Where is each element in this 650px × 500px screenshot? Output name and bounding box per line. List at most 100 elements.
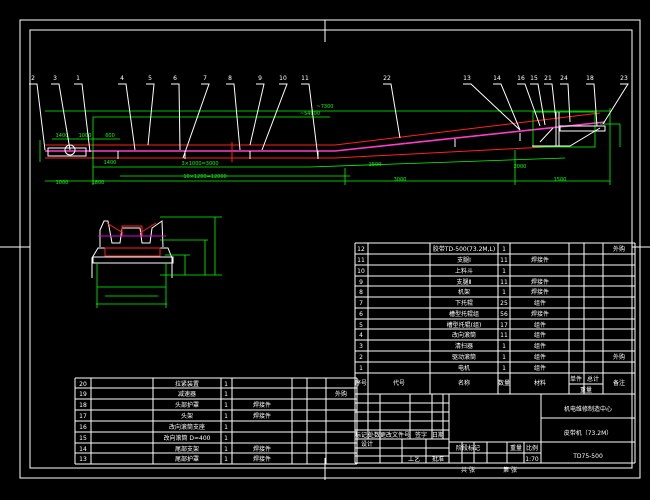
return-line xyxy=(45,145,566,159)
part-quantity: 56 xyxy=(500,311,508,318)
table-row: 5 槽型托辊(组) 17 组件 xyxy=(359,321,546,329)
part-material: 焊接件 xyxy=(531,256,549,264)
label-sign: 签字 xyxy=(415,431,427,439)
part-material: 焊接件 xyxy=(531,278,549,286)
part-material: 组件 xyxy=(534,299,546,307)
dimension-text: 3×1000=3000 xyxy=(181,161,218,167)
callout-label: 10 xyxy=(279,75,287,82)
scale-value: 1:70 xyxy=(525,456,539,463)
outer-frame xyxy=(19,19,641,479)
callout-label: 9 xyxy=(258,75,262,82)
part-name: 槽型托辊(组) xyxy=(447,321,482,329)
drawing-number: TD75-500 xyxy=(572,453,603,460)
label-process: 工艺 xyxy=(408,455,420,463)
row-number: 11 xyxy=(357,257,365,264)
row-number: 5 xyxy=(359,322,363,329)
part-quantity: 1 xyxy=(502,289,506,296)
callout-label: 5 xyxy=(148,75,152,82)
part-name: 下托辊 xyxy=(455,299,473,307)
row-number: 9 xyxy=(359,279,363,286)
part-quantity: 17 xyxy=(500,322,508,329)
part-quantity: 1 xyxy=(224,456,228,463)
callout-label: 11 xyxy=(301,75,309,82)
leader-line xyxy=(182,83,210,159)
table-row: 8 机架 1 焊接件 xyxy=(359,288,549,296)
part-quantity: 25 xyxy=(500,300,508,307)
dimension-text: ~7300 xyxy=(317,104,334,110)
label-design: 设计 xyxy=(361,440,373,448)
row-number: 16 xyxy=(79,424,87,431)
part-name: 头部护罩 xyxy=(175,401,199,409)
part-material: 组件 xyxy=(534,353,546,361)
part-note: 外购 xyxy=(613,245,625,253)
leader-line xyxy=(74,83,91,153)
leader-line xyxy=(249,83,265,146)
leader-line xyxy=(463,83,521,131)
row-number: 12 xyxy=(357,246,365,253)
table-row: 12 胶带TD-500(73.2M,L) 1 外购 xyxy=(357,245,625,253)
table-row: 9 支腿Ⅱ 11 焊接件 xyxy=(359,278,549,286)
dimension-text: 3000 xyxy=(394,177,407,183)
dimension-text: 2000 xyxy=(514,164,527,170)
leader-line xyxy=(602,83,629,125)
row-number: 14 xyxy=(79,446,87,453)
callout-label: 13 xyxy=(463,75,471,82)
leader-line xyxy=(51,83,71,151)
part-quantity: 1 xyxy=(502,246,506,253)
leader-line xyxy=(517,83,541,127)
leader-line xyxy=(29,83,46,151)
row-number: 6 xyxy=(359,311,363,318)
callout-label: 3 xyxy=(53,75,57,82)
dimension-text: 1500 xyxy=(554,177,567,183)
row-number: 7 xyxy=(359,300,363,307)
label-sheet: 第 张 xyxy=(503,466,517,474)
parts-list-table: 12 胶带TD-500(73.2M,L) 1 外购11 支腿Ⅰ 11 焊接件10 上料斗 19 支… xyxy=(354,242,636,395)
callout-label: 18 xyxy=(586,75,594,82)
table-row: 15 改向滚筒 D=400 1 xyxy=(79,434,228,442)
dimension-text: 10×1200=12000 xyxy=(183,174,226,180)
part-material: 组件 xyxy=(534,321,546,329)
part-material: 焊接件 xyxy=(253,412,271,420)
part-material: 组件 xyxy=(534,342,546,350)
part-quantity: 1 xyxy=(502,354,506,361)
part-quantity: 1 xyxy=(224,381,228,388)
table-row: 2 驱动滚筒 1 组件 外购 xyxy=(359,353,625,361)
belt-line xyxy=(45,121,606,152)
callout-label: 24 xyxy=(560,75,568,82)
row-number: 15 xyxy=(79,435,87,442)
part-name: 胶带TD-500(73.2M,L) xyxy=(433,245,495,253)
table-row: 6 槽型托辊组 56 焊接件 xyxy=(359,310,549,318)
label-sheets: 共 张 xyxy=(461,466,475,474)
part-quantity: 1 xyxy=(502,343,506,350)
table-row: 10 上料斗 1 xyxy=(357,267,506,275)
label-change-doc: 更改文件号 xyxy=(380,431,410,439)
leader-line xyxy=(544,83,557,121)
label-weight: 重量 xyxy=(510,444,522,452)
header-name: 名称 xyxy=(458,379,470,387)
dimension-text: 1000 xyxy=(79,133,92,139)
label-stage: 阶段标记 xyxy=(456,444,480,452)
dimension-text: 1000 xyxy=(56,180,69,186)
callout-label: 1 xyxy=(76,75,80,82)
part-name: 支腿Ⅱ xyxy=(457,278,472,286)
part-name: 改向滚筒支座 xyxy=(169,423,205,431)
part-quantity: 11 xyxy=(500,332,508,339)
table-row: 3 清扫器 1 组件 xyxy=(359,342,546,350)
part-quantity: 1 xyxy=(502,268,506,275)
drawing-name: 皮带机（73.2M） xyxy=(564,429,613,437)
table-row: 11 支腿Ⅰ 11 焊接件 xyxy=(357,256,549,264)
upper-idler-line xyxy=(45,112,601,146)
table-row: 1 电机 1 组件 xyxy=(359,364,546,372)
cross-section-view xyxy=(91,216,222,308)
table-row: 4 改向滚筒 11 组件 xyxy=(359,331,546,339)
part-name: 改向滚筒 D=400 xyxy=(163,434,210,442)
label-mark: 标记 xyxy=(355,431,367,439)
callout-label: 22 xyxy=(383,75,391,82)
part-quantity: 1 xyxy=(224,413,228,420)
part-quantity: 1 xyxy=(224,424,228,431)
conveyor-side-view: ~7300~54800 1400 1000 600 1400 3×1000=3000 10×… xyxy=(29,75,629,186)
dimension-text: 1800 xyxy=(92,180,105,186)
label-scale: 比例 xyxy=(526,444,538,452)
dimension-text: 1400 xyxy=(104,160,117,166)
label-approve: 批准 xyxy=(432,455,444,463)
